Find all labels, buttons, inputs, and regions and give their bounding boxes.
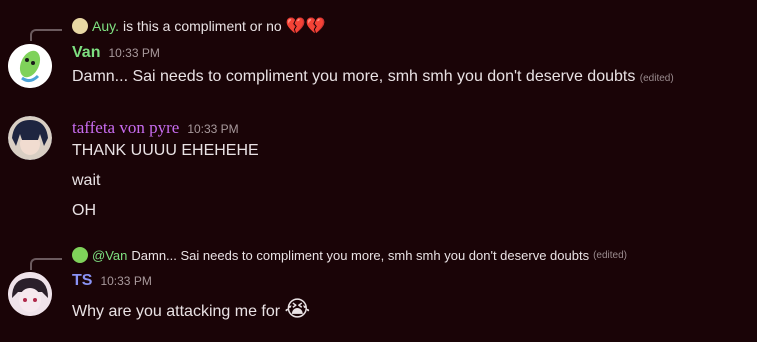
- reply-author[interactable]: Auy.: [92, 18, 119, 34]
- message-line: wait: [72, 172, 101, 189]
- green-cat-avatar-icon[interactable]: [8, 44, 52, 88]
- edited-label: (edited): [639, 73, 674, 84]
- reply-preview[interactable]: Auy. is this a compliment or no 💔💔: [72, 16, 326, 36]
- crying-face-emoji: 😭: [284, 296, 311, 321]
- reply-author[interactable]: @Van: [92, 248, 127, 263]
- message-header: taffeta von pyre 10:33 PM: [72, 118, 239, 138]
- reply-connector: [30, 258, 62, 270]
- reply-text: Damn... Sai needs to compliment you more…: [131, 247, 590, 263]
- reply-connector: [30, 29, 62, 41]
- message-line: OH: [72, 202, 96, 219]
- timestamp[interactable]: 10:33 PM: [100, 274, 151, 288]
- username[interactable]: Van: [72, 44, 100, 62]
- reply-preview[interactable]: @Van Damn... Sai needs to compliment you…: [72, 247, 627, 263]
- message-content: Why are you attacking me for 😭: [72, 296, 310, 322]
- message-text: Damn... Sai needs to compliment you more…: [72, 68, 636, 85]
- reply-text: is this a compliment or no: [122, 18, 282, 34]
- timestamp[interactable]: 10:33 PM: [187, 122, 238, 136]
- username[interactable]: TS: [72, 272, 92, 290]
- pale-face-avatar-icon[interactable]: [8, 272, 52, 316]
- message-text: Why are you attacking me for: [72, 303, 281, 320]
- username[interactable]: taffeta von pyre: [72, 118, 179, 138]
- dark-hair-avatar-icon[interactable]: [8, 116, 52, 160]
- reply-avatar-icon[interactable]: [72, 18, 88, 34]
- broken-heart-emoji: 💔💔: [285, 18, 326, 35]
- timestamp[interactable]: 10:33 PM: [108, 46, 159, 60]
- message-header: Van 10:33 PM: [72, 44, 160, 62]
- reply-avatar-icon[interactable]: [72, 247, 88, 263]
- message-line: THANK UUUU EHEHEHE: [72, 142, 259, 159]
- edited-label: (edited): [593, 249, 627, 261]
- message-content: Damn... Sai needs to compliment you more…: [72, 68, 674, 86]
- message-header: TS 10:33 PM: [72, 272, 152, 290]
